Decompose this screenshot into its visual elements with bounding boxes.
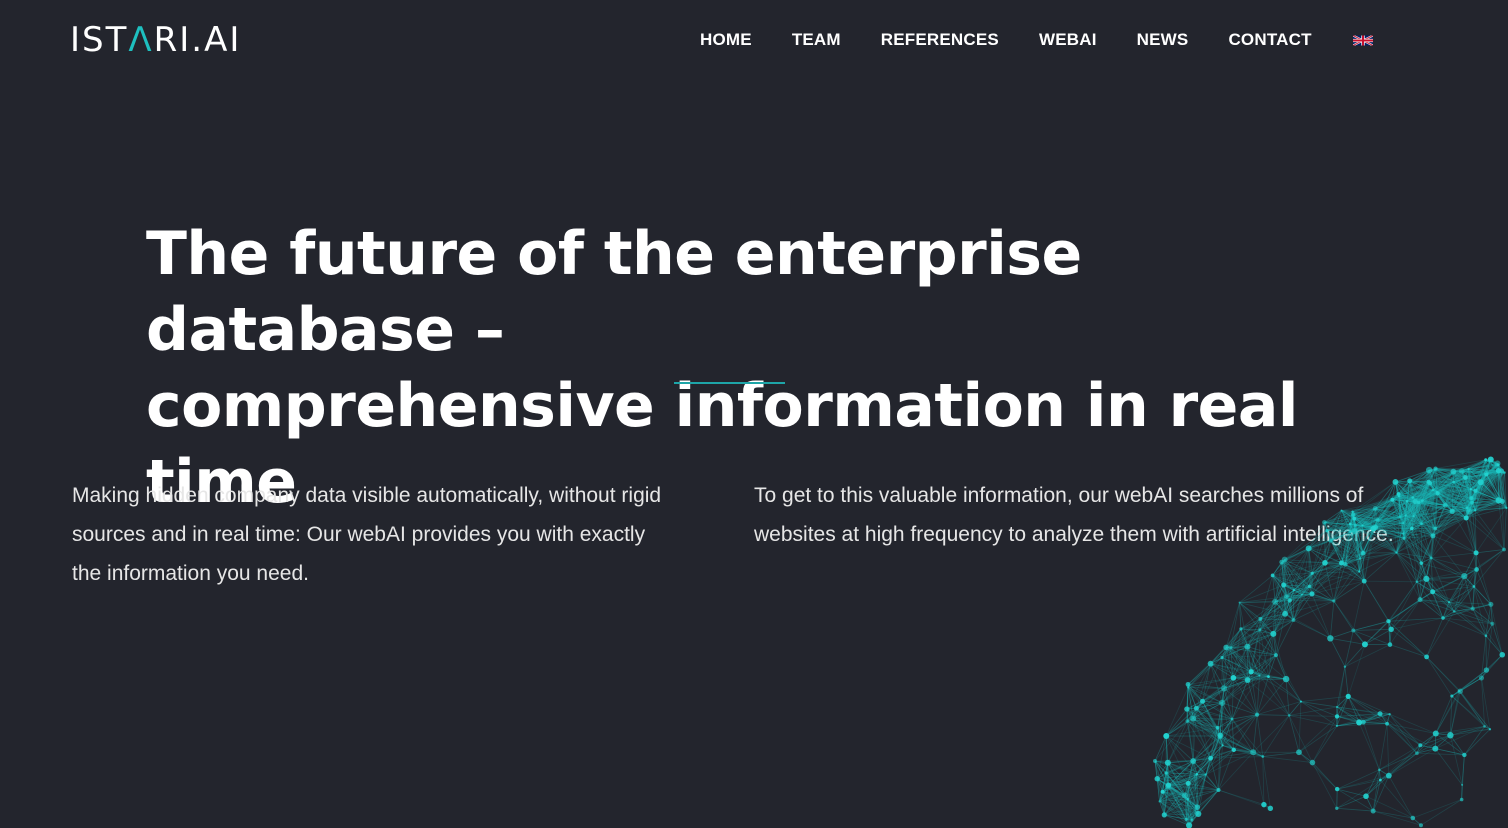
nav-references[interactable]: REFERENCES bbox=[881, 30, 999, 50]
main-nav: HOME TEAM REFERENCES WEBAI NEWS CONTACT bbox=[700, 28, 1373, 52]
nav-news[interactable]: NEWS bbox=[1137, 30, 1189, 50]
intro-left-text: Making hidden company data visible autom… bbox=[72, 484, 662, 585]
nav-contact[interactable]: CONTACT bbox=[1228, 30, 1311, 50]
network-globe-graphic bbox=[1152, 456, 1508, 828]
page: ISTΛRI.AI HOME TEAM REFERENCES WEBAI NEW… bbox=[0, 0, 1508, 828]
nav-team[interactable]: TEAM bbox=[792, 30, 841, 50]
logo-text-end: RI.AI bbox=[153, 20, 242, 60]
nav-home[interactable]: HOME bbox=[700, 30, 752, 50]
uk-flag-icon bbox=[1352, 35, 1373, 45]
hero-headline-line1: The future of the enterprise database – bbox=[146, 219, 1082, 365]
logo-accent-letter: Λ bbox=[128, 20, 154, 60]
logo: ISTΛRI.AI bbox=[70, 22, 241, 58]
globe-lines bbox=[1154, 459, 1507, 826]
logo-text-start: IST bbox=[70, 20, 129, 60]
headline-divider bbox=[674, 382, 785, 384]
language-switcher[interactable] bbox=[1352, 34, 1373, 47]
nav-webai[interactable]: WEBAI bbox=[1039, 30, 1097, 50]
logo-link[interactable]: ISTΛRI.AI bbox=[70, 22, 241, 58]
